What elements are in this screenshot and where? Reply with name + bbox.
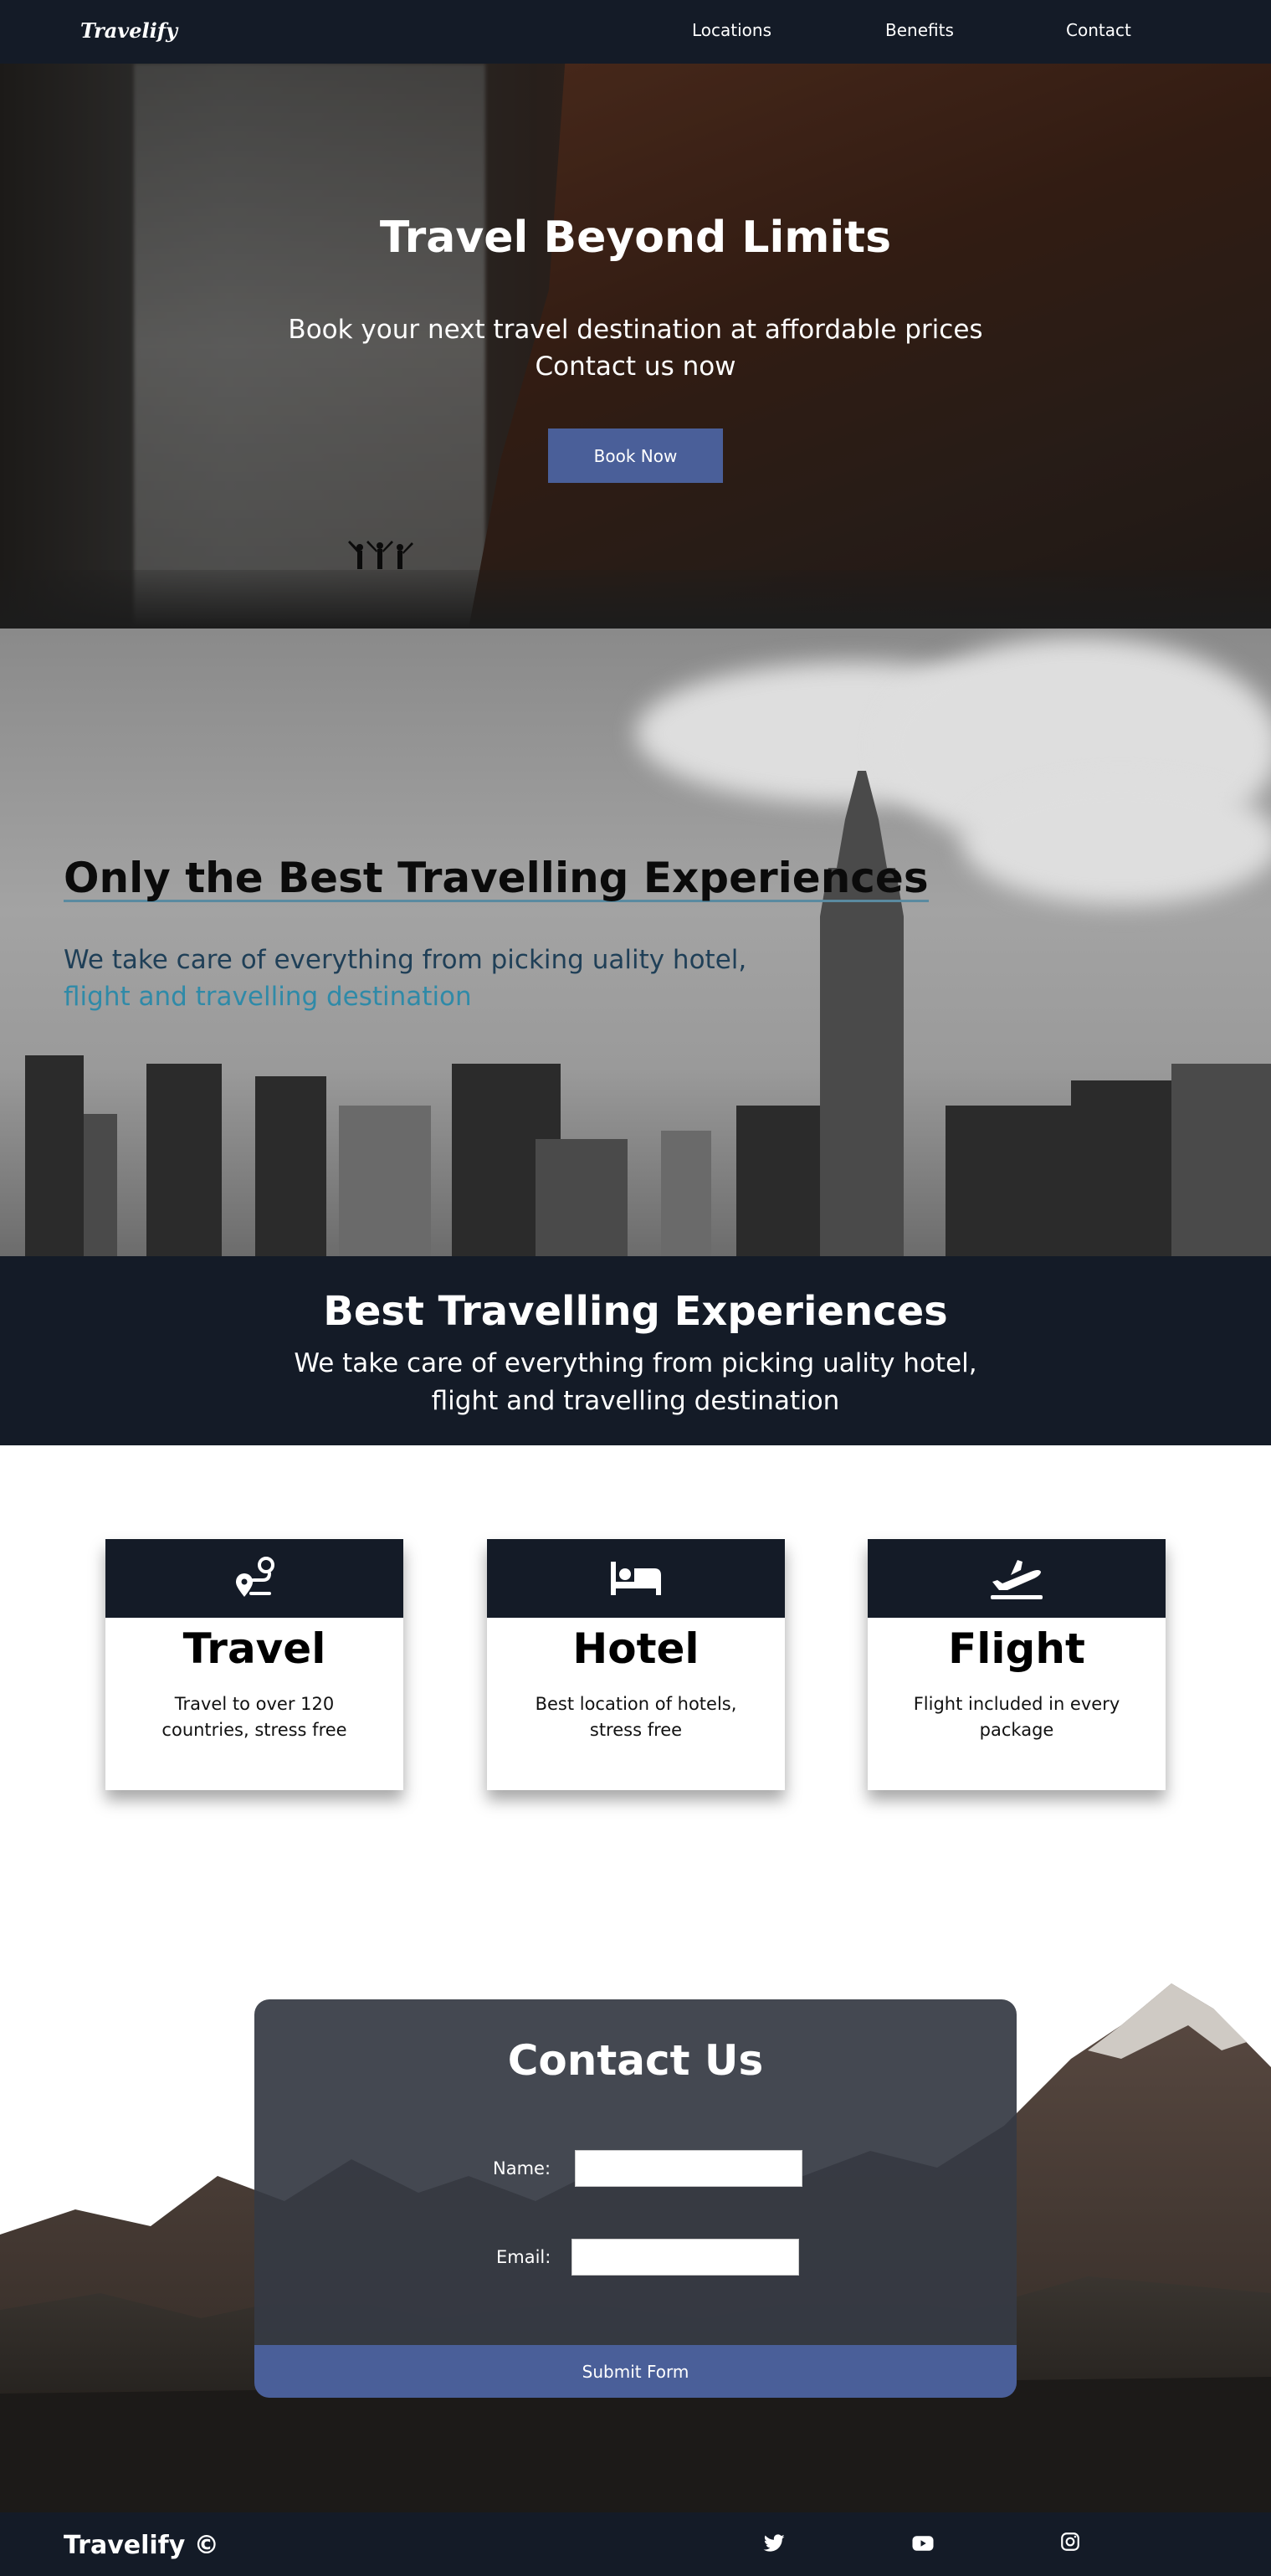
bed-icon (611, 1562, 661, 1595)
band-title: Best Travelling Experiences (323, 1288, 948, 1335)
cloud-shape (962, 779, 1271, 905)
contact-form-panel: Contact Us Name: Email: Submit Form (254, 1999, 1017, 2398)
hero-title: Travel Beyond Limits (379, 213, 892, 263)
experiences-band: Best Travelling Experiences We take care… (0, 1256, 1271, 1445)
nav-link-contact[interactable]: Contact (1066, 20, 1131, 40)
brand-logo[interactable]: Travelify (80, 18, 177, 43)
building-shape (661, 1131, 711, 1256)
hero-subtitle-line2: Contact us now (535, 352, 736, 382)
name-label: Name: (493, 2158, 551, 2178)
youtube-icon[interactable] (910, 2531, 935, 2556)
building-shape (946, 1106, 1071, 1256)
feature-card-travel: Travel Travel to over 120 countries, str… (105, 1539, 403, 1790)
book-now-button[interactable]: Book Now (548, 428, 723, 483)
building-shape (1071, 1080, 1171, 1256)
nav-link-locations[interactable]: Locations (692, 20, 771, 40)
card-title: Travel (182, 1624, 326, 1673)
building-shape (536, 1139, 628, 1256)
card-description: Flight included in every package (913, 1694, 1120, 1740)
building-shape (146, 1064, 222, 1256)
hero-subtitle-line1: Book your next travel destination at aff… (288, 315, 983, 345)
contact-title: Contact Us (507, 2036, 764, 2085)
card-title: Flight (948, 1624, 1085, 1673)
instagram-icon[interactable] (1059, 2531, 1081, 2553)
building-shape (339, 1106, 431, 1256)
building-shape (25, 1055, 84, 1256)
card-description: Travel to over 120 countries, stress fre… (161, 1694, 347, 1740)
hero-subtitle: Book your next travel destination at aff… (0, 311, 1271, 385)
band-subtitle: We take care of everything from picking … (0, 1345, 1271, 1420)
card-header (105, 1539, 403, 1618)
band-subtitle-line2: flight and travelling destination (431, 1386, 840, 1416)
experiences-text-line1: We take care of everything from picking … (64, 945, 747, 975)
footer-brand: Travelify © (64, 2531, 219, 2560)
plane-departure-icon (991, 1560, 1043, 1599)
experiences-title: Only the Best Travelling Experiences (64, 854, 929, 902)
name-field[interactable] (575, 2150, 802, 2187)
top-nav: Travelify Locations Benefits Contact (0, 0, 1271, 64)
building-shape (1171, 1064, 1271, 1256)
twitter-icon[interactable] (761, 2531, 787, 2556)
card-description: Best location of hotels, stress free (535, 1694, 737, 1740)
band-subtitle-line1: We take care of everything from picking … (294, 1348, 977, 1378)
city-section: Only the Best Travelling Experiences We … (0, 629, 1271, 1256)
feature-card-hotel: Hotel Best location of hotels, stress fr… (487, 1539, 785, 1790)
email-field[interactable] (571, 2239, 799, 2276)
footer: Travelify © (0, 2512, 1271, 2576)
card-header (487, 1539, 785, 1618)
feature-card-flight: Flight Flight included in every package (868, 1539, 1166, 1790)
route-icon (236, 1557, 274, 1597)
building-shape (255, 1076, 326, 1256)
email-label: Email: (496, 2247, 551, 2267)
experiences-text-line2: flight and travelling destination (64, 982, 472, 1012)
nav-link-benefits[interactable]: Benefits (885, 20, 954, 40)
hero-section: Travel Beyond Limits Book your next trav… (0, 64, 1271, 629)
building-shape (84, 1114, 117, 1256)
submit-form-button[interactable]: Submit Form (254, 2345, 1017, 2398)
card-title: Hotel (572, 1624, 700, 1673)
empire-state-building (820, 771, 904, 1256)
card-header (868, 1539, 1166, 1618)
